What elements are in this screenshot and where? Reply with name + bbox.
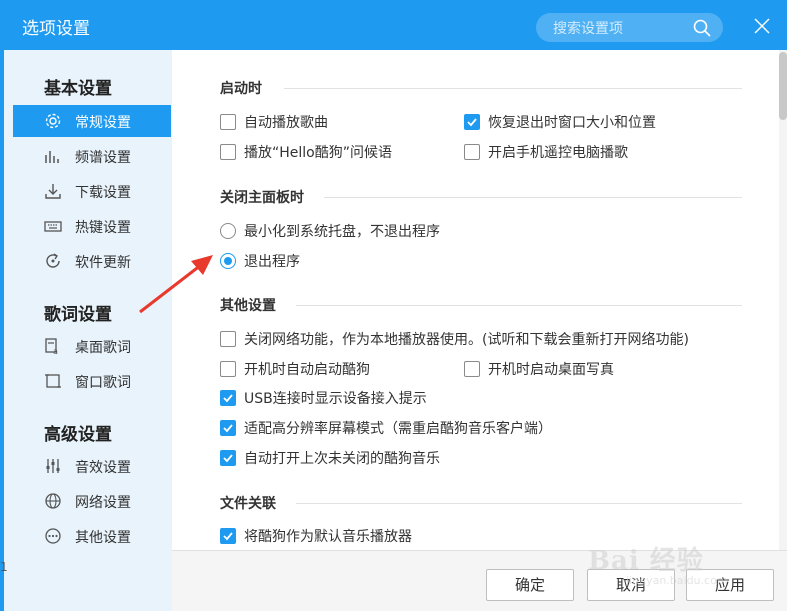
group-title-close-panel: 关闭主面板时 [220,190,304,206]
settings-panel: 启动时 自动播放歌曲 恢复退出时窗口大小和位置 播放“Hello酷狗”问候语 开… [172,50,787,550]
scrollbar-track[interactable] [779,50,787,550]
download-icon [45,184,61,199]
window-title: 选项设置 [22,19,90,39]
option-label: 播放“Hello酷狗”问候语 [244,145,392,161]
baidu-watermark: Bai 经验 jingyan.baidu.com [588,540,758,590]
sidebar-item-download[interactable]: 下载设置 [13,175,171,207]
gear-icon [45,113,61,129]
checkbox[interactable] [220,331,236,347]
sidebar-item-desktop-lyrics[interactable]: a 桌面歌词 [13,330,171,362]
sidebar: 基本设置 常规设置 频谱设置 下载设置 热键设置 软件更新 歌词设置 a 桌面歌… [4,50,172,611]
sidebar-item-hotkeys[interactable]: 热键设置 [13,210,171,242]
group-title-other: 其他设置 [220,298,276,314]
radio[interactable] [220,253,236,269]
network-icon [45,493,61,509]
equalizer-icon [46,459,60,473]
sidebar-item-other[interactable]: 其他设置 [13,520,171,552]
radio[interactable] [220,223,236,239]
spectrum-icon [45,151,59,163]
option-label: 开启手机遥控电脑播歌 [488,145,628,161]
search-placeholder[interactable]: 搜索设置项 [553,18,623,38]
checkbox[interactable] [220,420,236,436]
checkmark-icon [467,118,477,127]
option-label: 适配高分辨率屏幕模式（需重启酷狗音乐客户端） [244,421,552,437]
update-icon [46,253,60,268]
sidebar-item-label: 常规设置 [75,115,131,131]
sidebar-section-advanced: 高级设置 [44,425,112,445]
checkmark-icon [223,424,233,433]
checkmark-icon [223,454,233,463]
more-icon [45,528,61,544]
option-label: 开机时自动启动酷狗 [244,362,370,378]
option-label: 开机时启动桌面写真 [488,362,614,378]
option-label: 恢复退出时窗口大小和位置 [488,115,656,131]
group-title-file-assoc: 文件关联 [220,496,276,512]
watermark-url: jingyan.baidu.com [626,574,728,587]
checkmark-icon [223,532,233,541]
sidebar-item-label: 窗口歌词 [75,375,131,391]
sidebar-section-basic: 基本设置 [44,79,112,99]
sidebar-item-sound-effects[interactable]: 音效设置 [13,450,171,482]
divider [284,88,742,89]
sidebar-item-label: 其他设置 [75,530,131,546]
sidebar-item-network[interactable]: 网络设置 [13,485,171,517]
keyboard-icon [44,221,62,232]
sidebar-item-label: 网络设置 [75,495,131,511]
sidebar-item-label: 音效设置 [75,460,131,476]
option-label: USB连接时显示设备接入提示 [244,391,427,407]
checkbox[interactable] [220,114,236,130]
sidebar-item-spectrum[interactable]: 频谱设置 [13,140,171,172]
checkbox[interactable] [220,144,236,160]
option-label: 最小化到系统托盘，不退出程序 [244,224,440,240]
checkmark-icon [223,394,233,403]
ok-button[interactable]: 确定 [486,569,574,601]
checkbox[interactable] [220,390,236,406]
option-label: 自动播放歌曲 [244,115,328,131]
checkbox[interactable] [220,450,236,466]
checkbox[interactable] [220,361,236,377]
sidebar-item-label: 桌面歌词 [75,340,131,356]
sidebar-item-general[interactable]: 常规设置 [13,105,171,137]
divider [324,197,742,198]
sidebar-item-label: 频谱设置 [75,150,131,166]
option-label: 关闭网络功能，作为本地播放器使用。(试听和下载会重新打开网络功能) [244,332,689,348]
edge-text: 1 [0,560,8,574]
title-bar: 选项设置 搜索设置项 [0,0,787,50]
watermark-text: Bai 经验 [588,546,704,576]
checkbox[interactable] [464,114,480,130]
sidebar-item-label: 热键设置 [75,220,131,236]
scrollbar-thumb[interactable] [779,52,787,120]
group-title-startup: 启动时 [220,81,262,97]
sidebar-item-label: 下载设置 [75,185,131,201]
sidebar-item-window-lyrics[interactable]: 窗口歌词 [13,365,171,397]
option-label: 自动打开上次未关闭的酷狗音乐 [244,451,440,467]
window-lyrics-icon [45,374,61,388]
annotation-arrow-icon [139,255,213,314]
search-box[interactable]: 搜索设置项 [536,13,723,42]
checkbox[interactable] [464,144,480,160]
divider [296,503,742,504]
svg-text:a: a [53,347,58,355]
checkbox[interactable] [220,528,236,544]
desktop-lyrics-icon: a [45,338,58,355]
divider [296,305,742,306]
checkbox[interactable] [464,361,480,377]
sidebar-item-label: 软件更新 [75,255,131,271]
option-label: 将酷狗作为默认音乐播放器 [244,529,412,545]
sidebar-section-lyrics: 歌词设置 [44,305,112,325]
option-label: 退出程序 [244,254,300,270]
search-icon[interactable] [693,19,711,37]
close-icon[interactable] [752,16,772,36]
